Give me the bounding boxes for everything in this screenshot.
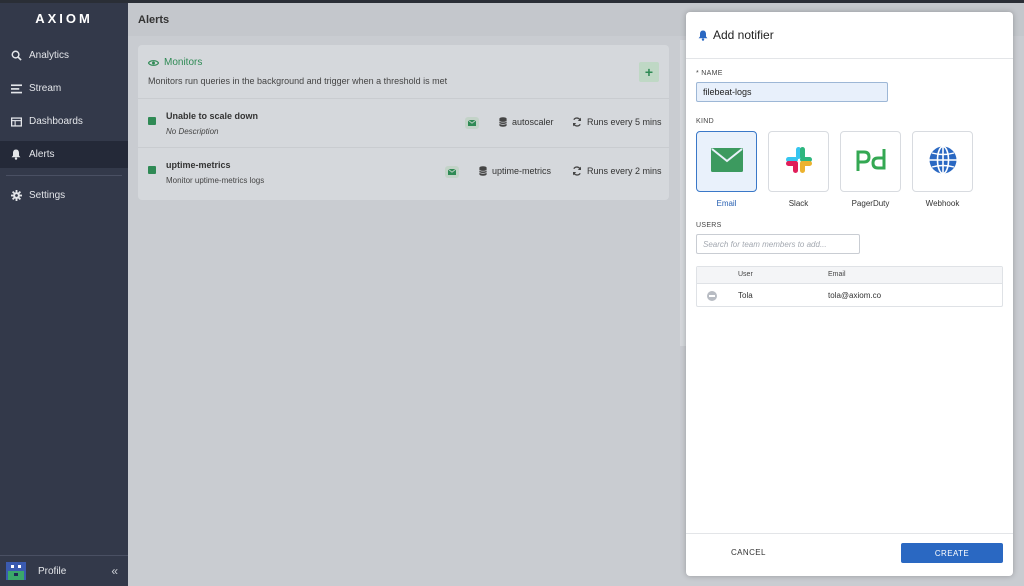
sidebar-item-label: Alerts: [29, 149, 55, 160]
notifier-name-input[interactable]: [696, 82, 888, 102]
monitor-description: Monitor uptime-metrics logs: [166, 176, 265, 185]
kind-label-webhook: Webhook: [925, 199, 960, 208]
monitors-description: Monitors run queries in the background a…: [148, 76, 448, 86]
envelope-icon: [710, 148, 743, 175]
sidebar-item-label: Dashboards: [29, 116, 83, 127]
slack-icon: [784, 145, 814, 178]
sidebar-item-alerts[interactable]: Alerts: [0, 141, 128, 168]
refresh-icon: [572, 166, 582, 176]
kind-label: KIND: [696, 118, 714, 125]
sidebar-item-label: Analytics: [29, 50, 70, 61]
bell-icon: [10, 149, 22, 161]
drawer-title: Add notifier: [713, 28, 774, 42]
users-label: USERS: [696, 222, 722, 229]
sidebar-divider: [6, 175, 122, 176]
stream-icon: [10, 83, 22, 95]
sidebar-item-settings[interactable]: Settings: [0, 182, 128, 209]
monitor-name[interactable]: uptime-metrics: [166, 160, 231, 170]
schedule-text: Runs every 5 mins: [587, 117, 662, 127]
users-table: User Email Tola tola@axiom.co: [696, 266, 1003, 307]
monitors-heading: Monitors: [148, 57, 202, 68]
create-button[interactable]: CREATE: [901, 543, 1003, 563]
user-email: tola@axiom.co: [828, 291, 882, 300]
kind-option-email[interactable]: [696, 131, 757, 192]
kind-option-webhook[interactable]: [912, 131, 973, 192]
kind-option-pagerduty[interactable]: [840, 131, 901, 192]
schedule-text: Runs every 2 mins: [587, 166, 662, 176]
kind-label-pagerduty: PagerDuty: [851, 199, 890, 208]
drawer-header: Add notifier: [686, 12, 1013, 59]
user-name: Tola: [738, 291, 753, 300]
bell-icon: [698, 30, 708, 41]
sidebar-item-dashboards[interactable]: Dashboards: [0, 108, 128, 135]
name-label: * NAME: [696, 70, 723, 77]
monitor-row[interactable]: uptime-metrics Monitor uptime-metrics lo…: [138, 147, 669, 197]
search-icon: [10, 50, 22, 62]
gear-icon: [10, 190, 22, 202]
pagerduty-icon: [855, 147, 887, 176]
database-icon: [479, 166, 487, 176]
dashboard-icon: [10, 116, 22, 128]
monitors-card: Monitors Monitors run queries in the bac…: [138, 45, 669, 200]
status-indicator: [148, 117, 156, 125]
monitor-dataset: uptime-metrics: [479, 166, 551, 176]
app-logo[interactable]: AXIOM: [0, 3, 128, 33]
user-search-input[interactable]: [696, 234, 860, 254]
status-indicator: [148, 166, 156, 174]
profile-menu[interactable]: Profile «: [0, 555, 128, 586]
email-notifier-icon: [445, 166, 459, 178]
remove-user-icon[interactable]: [707, 291, 717, 301]
add-notifier-drawer: Add notifier * NAME KIND Email Slack: [686, 12, 1013, 576]
refresh-icon: [572, 117, 582, 127]
column-header-email: Email: [828, 271, 846, 278]
kind-option-slack[interactable]: [768, 131, 829, 192]
profile-label: Profile: [38, 565, 67, 577]
monitors-title: Monitors: [164, 57, 203, 68]
column-header-user: User: [738, 271, 753, 278]
sidebar-item-stream[interactable]: Stream: [0, 75, 128, 102]
monitor-description: No Description: [166, 127, 219, 136]
email-notifier-icon: [465, 117, 479, 129]
monitor-schedule: Runs every 2 mins: [572, 166, 662, 176]
dataset-name: uptime-metrics: [492, 166, 552, 176]
table-header: User Email: [697, 267, 1002, 284]
monitor-name[interactable]: Unable to scale down: [166, 111, 258, 121]
drawer-footer: CANCEL CREATE: [686, 533, 1013, 576]
sidebar-item-label: Settings: [29, 190, 66, 201]
sidebar-item-analytics[interactable]: Analytics: [0, 42, 128, 69]
monitor-schedule: Runs every 5 mins: [572, 117, 662, 127]
dataset-name: autoscaler: [512, 117, 554, 127]
collapse-sidebar-icon[interactable]: «: [111, 564, 118, 578]
table-row: Tola tola@axiom.co: [697, 284, 1002, 307]
database-icon: [499, 117, 507, 127]
sidebar: AXIOM Analytics Stream Dashboards Alerts…: [0, 3, 128, 586]
sidebar-item-label: Stream: [29, 83, 62, 94]
globe-icon: [928, 145, 958, 178]
avatar: [6, 562, 26, 580]
monitor-row[interactable]: Unable to scale down No Description auto…: [138, 98, 669, 148]
add-monitor-button[interactable]: +: [639, 62, 659, 82]
cancel-button[interactable]: CANCEL: [731, 548, 766, 557]
kind-label-email: Email: [716, 199, 737, 208]
kind-label-slack: Slack: [788, 199, 809, 208]
eye-icon: [148, 59, 159, 67]
monitor-dataset: autoscaler: [499, 117, 554, 127]
